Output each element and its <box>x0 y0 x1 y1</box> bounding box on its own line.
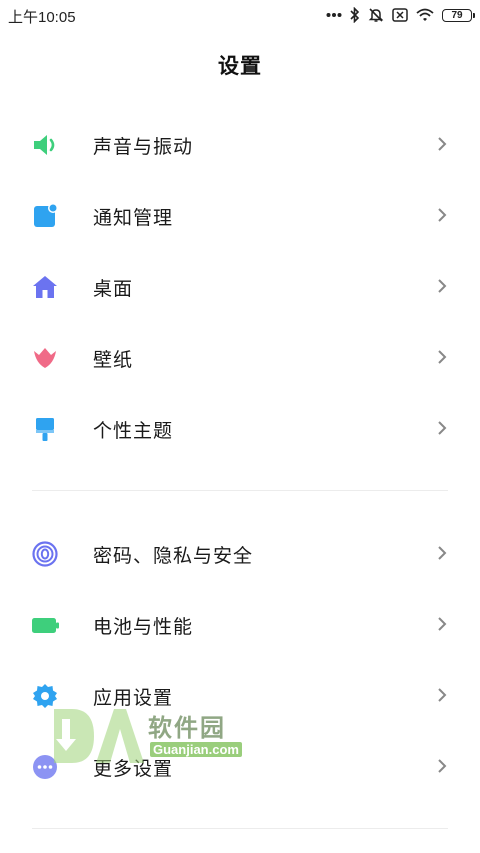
settings-item-home-screen[interactable]: 桌面 <box>0 256 480 318</box>
chevron-right-icon <box>437 545 447 565</box>
settings-item-wallpaper[interactable]: 壁纸 <box>0 327 480 389</box>
fingerprint-icon <box>30 539 60 569</box>
settings-item-label: 壁纸 <box>93 349 134 371</box>
notification-icon <box>30 201 60 231</box>
status-bar: 上午10:05 79 <box>0 0 480 32</box>
chevron-right-icon <box>437 420 447 440</box>
settings-item-label: 个性主题 <box>93 420 174 442</box>
chevron-right-icon <box>437 207 447 227</box>
settings-item-themes[interactable]: 个性主题 <box>0 398 480 460</box>
battery-icon: 79 <box>442 8 475 22</box>
mute-icon <box>368 7 384 23</box>
section-divider <box>32 490 448 491</box>
settings-item-label: 桌面 <box>93 278 134 300</box>
chevron-right-icon <box>437 687 447 707</box>
chevron-right-icon <box>437 278 447 298</box>
chevron-right-icon <box>437 758 447 778</box>
home-icon <box>30 272 60 302</box>
chevron-right-icon <box>437 616 447 636</box>
status-icons: 79 <box>326 5 475 25</box>
settings-item-label: 声音与振动 <box>93 136 194 158</box>
wifi-icon <box>416 8 434 22</box>
more-dots-icon <box>326 12 342 18</box>
battery-icon <box>30 610 60 640</box>
watermark-subtext: Guanjian.com <box>150 742 242 757</box>
page-title: 设置 <box>218 54 262 78</box>
settings-item-sound[interactable]: 声音与振动 <box>0 114 480 176</box>
settings-item-notifications[interactable]: 通知管理 <box>0 185 480 247</box>
watermark-text: 软件园 <box>148 714 226 742</box>
tulip-icon <box>30 343 60 373</box>
settings-item-battery-performance[interactable]: 电池与性能 <box>0 594 480 656</box>
speaker-icon <box>30 130 60 160</box>
chevron-right-icon <box>437 136 447 156</box>
settings-item-label: 通知管理 <box>93 207 174 229</box>
settings-item-label: 密码、隐私与安全 <box>93 545 254 567</box>
section-divider <box>32 828 448 829</box>
chevron-right-icon <box>437 349 447 369</box>
settings-item-privacy-security[interactable]: 密码、隐私与安全 <box>0 523 480 585</box>
paint-brush-icon <box>30 414 60 444</box>
status-time: 上午10:05 <box>8 9 76 26</box>
settings-item-label: 电池与性能 <box>93 616 194 638</box>
bluetooth-icon <box>350 7 360 23</box>
sim-off-icon <box>392 8 408 22</box>
